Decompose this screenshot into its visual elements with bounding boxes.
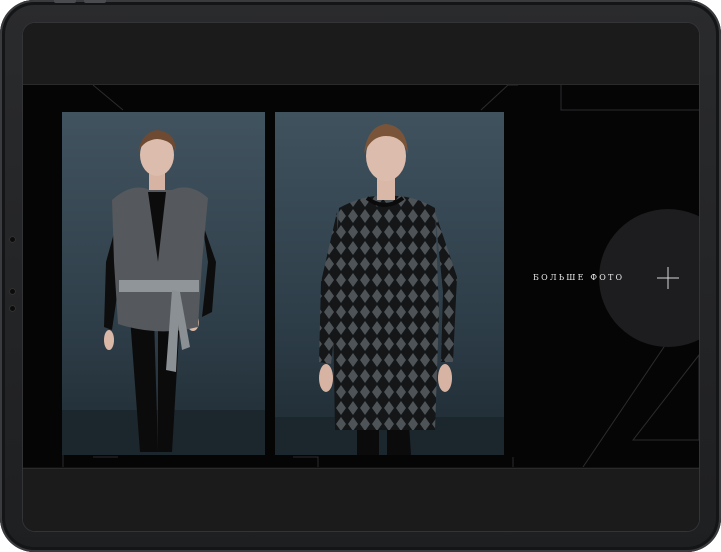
model-in-fur-vest-photo — [62, 112, 265, 455]
sensor-dot — [9, 305, 16, 312]
hardware-button — [84, 0, 106, 3]
plus-icon[interactable] — [657, 267, 679, 289]
screen: БОЛЬШЕ ФОТО — [23, 23, 699, 531]
more-photos-link[interactable]: БОЛЬШЕ ФОТО — [533, 273, 624, 282]
model-in-diamond-knit-dress-photo — [275, 112, 504, 455]
bottom-bar — [23, 468, 699, 531]
sensor-dot — [9, 288, 16, 295]
sensor-dot — [9, 236, 16, 243]
more-photos-label[interactable]: БОЛЬШЕ ФОТО — [533, 273, 624, 282]
gallery-photo-1[interactable] — [62, 112, 265, 455]
hardware-button — [54, 0, 76, 3]
gallery-photo-2[interactable] — [275, 112, 504, 455]
tablet-frame: БОЛЬШЕ ФОТО — [0, 0, 721, 552]
top-bar — [23, 23, 699, 85]
gallery-section: БОЛЬШЕ ФОТО — [23, 85, 699, 467]
